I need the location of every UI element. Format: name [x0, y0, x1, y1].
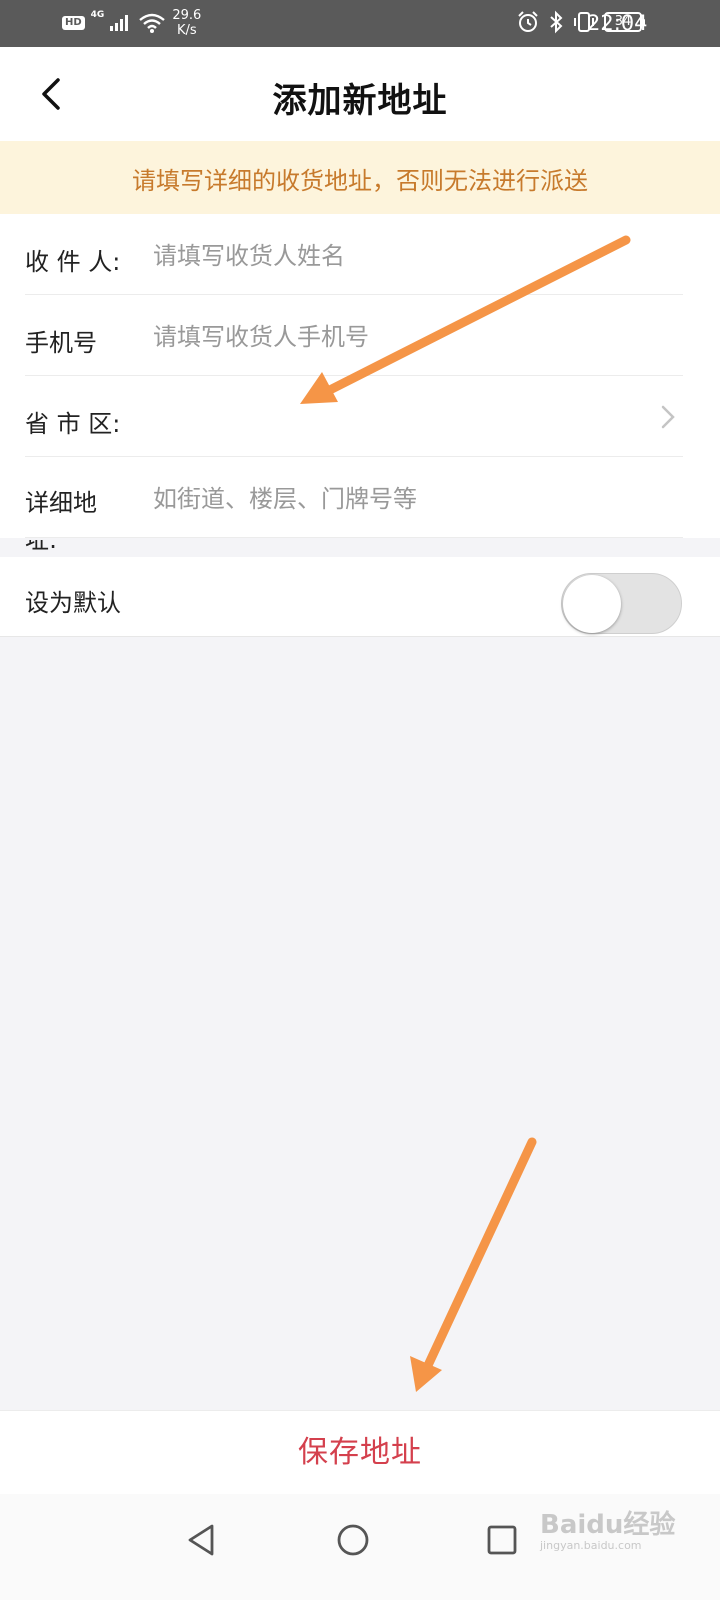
phone-label: 手机号	[25, 329, 97, 357]
nav-home-button[interactable]	[323, 1510, 383, 1570]
network-speed: 29.6 K/s	[172, 8, 201, 38]
address-row: 详细地	[25, 457, 683, 538]
recipient-label: 收 件 人:	[25, 248, 121, 276]
default-label: 设为默认	[25, 589, 121, 617]
alarm-icon	[518, 11, 538, 32]
system-nav-bar: Baidu经验 jingyan.baidu.com	[0, 1494, 720, 1600]
watermark-url: jingyan.baidu.com	[540, 1539, 642, 1552]
network-speed-value: 29.6	[172, 8, 202, 23]
recipient-input[interactable]	[153, 234, 683, 278]
bluetooth-icon	[550, 10, 563, 34]
watermark-brand: Baidu经验	[540, 1510, 676, 1540]
address-label-overflow: 址:	[25, 540, 57, 556]
address-input[interactable]	[153, 477, 683, 521]
address-label-overflow-text: 址:	[25, 540, 58, 554]
clock: 22:04	[587, 11, 648, 35]
watermark: Baidu经验 jingyan.baidu.com	[540, 1504, 675, 1552]
notice-banner: 请填写详细的收货地址，否则无法进行派送	[0, 141, 720, 214]
save-bar: 保存地址	[0, 1410, 720, 1495]
default-row: 设为默认	[0, 557, 720, 637]
region-row[interactable]: 省 市 区:	[25, 376, 683, 457]
toggle-knob	[563, 575, 621, 633]
network-type: 4G	[90, 10, 105, 20]
triangle-back-icon	[188, 1524, 214, 1556]
status-bar-left: HD 4G 29.6 K/s	[62, 8, 201, 38]
address-form: 收 件 人: 手机号 省 市 区: 详细地	[0, 214, 720, 538]
default-toggle[interactable]	[561, 573, 682, 634]
header: 添加新地址	[0, 47, 720, 141]
status-bar: HD 4G 29.6 K/s 34 22:04	[0, 0, 720, 47]
address-label: 详细地	[25, 489, 97, 517]
nav-back-button[interactable]	[172, 1510, 232, 1570]
save-address-button[interactable]: 保存地址	[0, 1411, 720, 1495]
square-recent-icon	[487, 1525, 517, 1555]
hd-icon: HD	[62, 16, 85, 30]
wifi-icon	[139, 13, 166, 33]
circle-home-icon	[337, 1524, 369, 1556]
recipient-row: 收 件 人:	[25, 214, 683, 295]
region-label: 省 市 区:	[25, 410, 121, 438]
signal-icon	[110, 15, 129, 31]
page-title: 添加新地址	[272, 81, 448, 121]
annotation-arrow-save	[410, 1137, 537, 1392]
chevron-right-icon	[661, 405, 675, 429]
phone-input[interactable]	[153, 315, 683, 359]
network-speed-unit: K/s	[176, 23, 197, 38]
phone-row: 手机号	[25, 295, 683, 376]
nav-recent-button[interactable]	[472, 1510, 532, 1570]
